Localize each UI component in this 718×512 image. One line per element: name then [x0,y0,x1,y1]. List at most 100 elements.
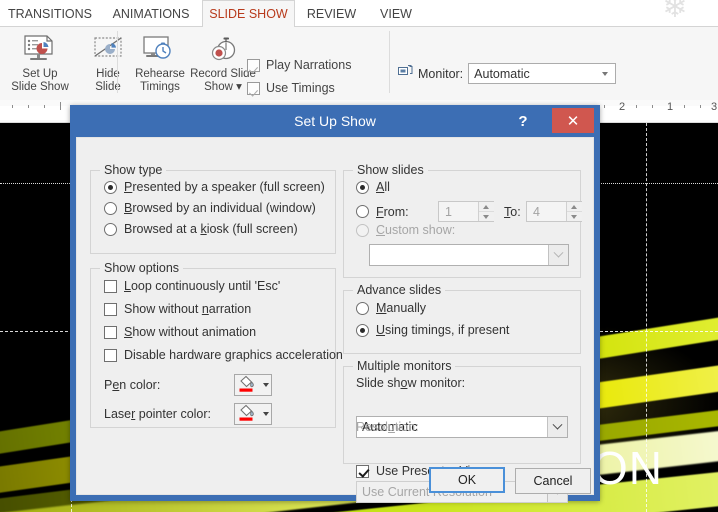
radio-from-to[interactable]: From: 1 To: 4 [356,201,582,222]
ok-button-label: OK [457,473,477,487]
slide-show-monitor-label: Slide show monitor: [356,376,466,390]
show-without-animation-checkbox-icon[interactable] [104,325,117,339]
laser-pointer-color-chevron-icon[interactable] [263,412,269,416]
slide-guide-vertical-right [646,123,647,512]
from-spinner-down-icon[interactable] [479,211,494,221]
checkbox-show-without-narration[interactable]: Show without narration [104,302,251,316]
checkbox-disable-hardware-acceleration[interactable]: Disable hardware graphics acceleration [104,348,343,362]
rehearse-timings-label: Rehearse Timings [135,68,185,93]
tab-transitions[interactable]: TRANSITIONS [0,0,100,27]
presented-by-speaker-label: Presented by a speaker (full screen) [124,180,325,194]
radio-browsed-by-individual[interactable]: Browsed by an individual (window) [104,201,316,215]
pen-color-row: Pen color: [104,374,272,396]
resolution-label-row: Resolution: [356,420,419,434]
use-timings-label: Use Timings [266,81,335,95]
ribbon-panel: Set Up Slide Show Hide Slide Rehearse Ti… [0,27,718,127]
pen-color-chevron-icon[interactable] [263,383,269,387]
slide-show-monitor-label-row: Slide show monitor: [356,376,465,390]
tab-review-label: REVIEW [306,6,357,21]
advance-manually-label: Manually [376,301,427,315]
advance-using-timings-radio-icon[interactable] [356,323,369,337]
radio-browsed-at-kiosk[interactable]: Browsed at a kiosk (full screen) [104,222,298,236]
hide-slide-icon [89,32,127,66]
decorative-watermark-icon: ❄ [662,0,688,24]
group-advance-slides: Advance slides [343,283,581,354]
radio-advance-using-timings[interactable]: Using timings, if present [356,323,509,337]
monitor-dropdown[interactable]: Automatic [468,63,617,84]
radio-advance-manually[interactable]: Manually [356,301,426,315]
laser-pointer-color-row: Laser pointer color: [104,403,272,425]
slide-show-monitor-chevron-icon[interactable] [547,417,567,437]
disable-hardware-acceleration-label: Disable hardware graphics acceleration [124,348,343,362]
to-slide-spinner[interactable]: 4 [526,201,582,222]
tab-animations[interactable]: ANIMATIONS [100,0,202,27]
radio-presented-by-speaker[interactable]: Presented by a speaker (full screen) [104,180,325,194]
checkbox-loop-continuously[interactable]: Loop continuously until 'Esc' [104,279,280,293]
close-icon[interactable]: ✕ [552,108,594,133]
laser-pointer-color-button[interactable] [234,403,272,425]
dialog-title-bar[interactable]: Set Up Show ? ✕ [76,105,594,137]
ruler-number-3: 3 [710,101,718,113]
tab-slide-show-label: SLIDE SHOW [209,7,288,21]
custom-show-chevron-icon [548,245,568,265]
tab-animations-label: ANIMATIONS [112,6,190,21]
help-icon[interactable]: ? [514,111,532,131]
ruler-number-2: 2 [618,101,626,113]
group-show-type-title: Show type [100,163,167,177]
ok-button[interactable]: OK [429,467,505,493]
ribbon-separator-1 [117,31,118,93]
presented-by-speaker-radio-icon[interactable] [104,180,117,194]
monitor-dropdown-value: Automatic [474,66,530,81]
set-up-slide-show-label: Set Up Slide Show [11,68,69,93]
group-multiple-monitors-title: Multiple monitors [353,359,456,373]
ruler-number-1: 1 [666,101,674,113]
ribbon-checkbox-use-timings[interactable]: Use Timings [247,81,335,95]
disable-hardware-acceleration-checkbox-icon[interactable] [104,348,117,362]
ribbon-checkbox-play-narrations[interactable]: Play Narrations [247,58,351,72]
loop-continuously-label: Loop continuously until 'Esc' [124,279,281,293]
browsed-by-individual-radio-icon[interactable] [104,201,117,215]
dialog-title-text: Set Up Show [294,113,376,129]
pen-color-swatch-icon [238,375,255,396]
play-narrations-label: Play Narrations [266,58,352,72]
set-up-slide-show-icon [20,32,60,66]
tab-slide-show[interactable]: SLIDE SHOW [202,0,295,28]
laser-pointer-color-swatch-icon [238,404,255,425]
tab-review[interactable]: REVIEW [295,0,368,27]
custom-show-label: Custom show: [376,223,456,237]
dialog-use-presenter-view-checkbox-icon[interactable] [356,464,369,478]
advance-manually-radio-icon[interactable] [356,301,369,315]
from-slide-spinner[interactable]: 1 [438,201,494,222]
pen-color-button[interactable] [234,374,272,396]
checkbox-show-without-animation[interactable]: Show without animation [104,325,256,339]
from-slide-value: 1 [445,204,452,219]
all-slides-label: All [376,180,390,194]
to-spinner-down-icon[interactable] [567,211,582,221]
resolution-label: Resolution: [356,420,419,434]
show-without-animation-label: Show without animation [124,325,257,339]
browsed-at-kiosk-radio-icon[interactable] [104,222,117,236]
loop-continuously-checkbox-icon[interactable] [104,279,117,293]
from-radio-icon[interactable] [356,205,369,218]
cancel-button[interactable]: Cancel [515,468,591,494]
from-spinner-up-icon[interactable] [479,202,494,212]
play-narrations-checkbox-icon[interactable] [247,58,260,72]
radio-all-slides[interactable]: All [356,180,390,194]
to-label: To: [504,204,521,219]
ribbon-tab-bar: ❄ TRANSITIONS ANIMATIONS SLIDE SHOW REVI… [0,0,718,28]
group-show-options-title: Show options [100,261,184,275]
all-slides-radio-icon[interactable] [356,180,369,194]
from-spinner-buttons[interactable] [478,202,494,221]
ribbon-button-set-up-slide-show[interactable]: Set Up Slide Show [4,29,76,97]
to-spinner-buttons[interactable] [566,202,582,221]
laser-pointer-color-label: Laser pointer color: [104,407,212,421]
ribbon-monitor-row: Monitor: Automatic [398,63,617,84]
group-show-slides-title: Show slides [353,163,428,177]
advance-using-timings-label: Using timings, if present [376,323,510,337]
to-spinner-up-icon[interactable] [567,202,582,212]
from-label: From: [376,204,409,219]
show-without-narration-checkbox-icon[interactable] [104,302,117,316]
use-timings-checkbox-icon[interactable] [247,81,260,95]
custom-show-dropdown [369,244,569,266]
tab-view[interactable]: VIEW [368,0,424,27]
